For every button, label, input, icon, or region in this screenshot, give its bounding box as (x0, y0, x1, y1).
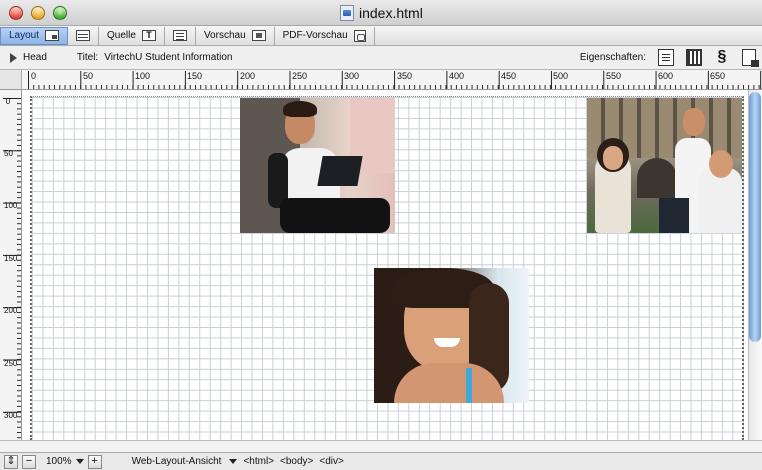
ruler-label: 150 (187, 71, 203, 81)
text-view-icon (172, 30, 187, 41)
layout-canvas[interactable] (22, 90, 762, 440)
view-mode-value: Web-Layout-Ansicht (131, 456, 222, 467)
ruler-label: 650 (710, 71, 726, 81)
chevron-down-icon (75, 459, 84, 464)
document-head-bar: Head Titel: VirtechU Student Information… (0, 46, 762, 70)
ruler-label: 500 (553, 71, 569, 81)
tag-html[interactable]: <html> (243, 456, 274, 467)
tab-text-view[interactable] (165, 26, 196, 45)
vertical-scrollbar[interactable] (748, 90, 762, 440)
page-title-field[interactable]: VirtechU Student Information (104, 52, 232, 63)
window-titlebar: index.html (0, 0, 762, 26)
horizontal-scrollbar[interactable] (0, 440, 762, 452)
tab-layout[interactable]: Layout (0, 26, 69, 45)
tab-split-view[interactable] (68, 26, 100, 45)
close-window-button[interactable] (9, 6, 23, 20)
layout-view-icon (45, 30, 60, 41)
status-bar: ⇕ − 100% + Web-Layout-Ansicht <html> <bo… (0, 452, 762, 470)
tag-breadcrumb: <html> <body> <div> (243, 456, 343, 467)
smiling-woman-photo[interactable] (374, 268, 529, 403)
source-view-icon: T (141, 30, 156, 41)
window-title: index.html (340, 5, 423, 21)
view-mode-bar: Layout Quelle T Vorschau PDF-Vorschau (0, 26, 762, 46)
tag-div[interactable]: <div> (319, 456, 343, 467)
link-icon[interactable]: § (714, 49, 730, 66)
tab-quelle-label: Quelle (107, 30, 136, 41)
properties-toolbar: Eigenschaften: § (579, 49, 759, 67)
page-properties-icon[interactable] (658, 49, 674, 66)
ruler-label: 0 (5, 97, 11, 106)
tab-vorschau[interactable]: Vorschau (196, 26, 275, 45)
properties-label: Eigenschaften: (579, 52, 646, 63)
students-campus-photo[interactable] (587, 98, 742, 233)
ruler-label: 100 (135, 71, 151, 81)
ruler-label: 400 (449, 71, 465, 81)
preview-icon (251, 30, 266, 41)
minimize-window-button[interactable] (31, 6, 45, 20)
tag-body[interactable]: <body> (280, 456, 313, 467)
ruler-label: 50 (83, 71, 94, 81)
ruler-label: 150 (4, 254, 18, 263)
vertical-ruler: 0 50 100 150 200 250 300 (0, 90, 22, 440)
window-title-text: index.html (359, 5, 423, 21)
export-icon[interactable] (742, 49, 759, 67)
ruler-label: 250 (4, 359, 18, 368)
student-laptop-photo[interactable] (240, 98, 395, 233)
html-document-icon (340, 5, 354, 21)
media-properties-icon[interactable] (686, 49, 702, 66)
ruler-label: 250 (292, 71, 308, 81)
scrollbar-thumb[interactable] (749, 92, 761, 342)
ruler-label: 200 (240, 71, 256, 81)
tab-vorschau-label: Vorschau (203, 30, 246, 41)
tab-pdf-vorschau-label: PDF-Vorschau (282, 30, 348, 41)
zoom-in-button[interactable]: + (87, 454, 102, 469)
ruler-label: 300 (344, 71, 360, 81)
stepper-icon[interactable]: ⇕ (4, 454, 18, 469)
ruler-label: 100 (4, 201, 18, 210)
tab-pdf-vorschau[interactable]: PDF-Vorschau (275, 26, 375, 45)
ruler-corner (0, 70, 22, 89)
zoom-window-button[interactable] (53, 6, 67, 20)
zoom-select[interactable]: 100% (46, 456, 84, 467)
page-title-label: Titel: (76, 52, 99, 63)
ruler-label: 350 (397, 71, 413, 81)
ruler-label: 0 (31, 71, 37, 81)
ruler-label: 50 (4, 149, 13, 158)
ruler-label: 450 (501, 71, 517, 81)
view-mode-select[interactable]: Web-Layout-Ansicht (132, 456, 238, 467)
chevron-down-icon (229, 459, 238, 464)
ruler-label: 200 (4, 306, 18, 315)
ruler-label: 300 (4, 411, 18, 420)
horizontal-ruler: 0 50 100 150 200 250 300 350 400 450 500… (0, 70, 762, 90)
ruler-label: 600 (658, 71, 674, 81)
head-disclosure-toggle[interactable]: Head (10, 52, 47, 63)
split-view-icon (76, 30, 91, 41)
tab-layout-label: Layout (9, 30, 40, 41)
zoom-out-button[interactable]: − (22, 454, 36, 469)
tab-quelle[interactable]: Quelle T (99, 26, 165, 45)
pdf-preview-icon (353, 29, 366, 42)
zoom-value: 100% (46, 456, 72, 467)
disclosure-triangle-icon (10, 52, 17, 63)
ruler-label: 550 (606, 71, 622, 81)
head-label: Head (23, 52, 47, 63)
